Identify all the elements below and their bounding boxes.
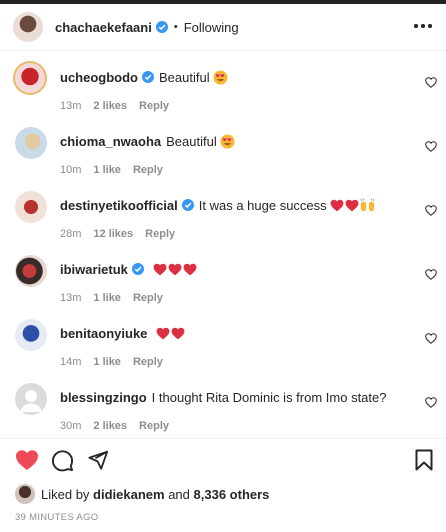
- red-heart-emoji-icon: [330, 199, 344, 212]
- commenter-username[interactable]: destinyetikoofficial: [60, 198, 178, 213]
- author-username[interactable]: chachaekefaani: [55, 20, 152, 35]
- post-actions: [0, 438, 446, 480]
- comment-likes[interactable]: 2 likes: [93, 97, 127, 115]
- comment-time[interactable]: 13m: [60, 289, 81, 307]
- comment-meta: 13m 1 like Reply: [60, 289, 406, 307]
- default-avatar-icon: [20, 390, 42, 412]
- reply-button[interactable]: Reply: [145, 225, 175, 243]
- header-separator: •: [173, 21, 178, 33]
- commenter-avatar[interactable]: [13, 61, 47, 95]
- comment-body: destinyetikoofficial It was a huge succes…: [60, 197, 406, 243]
- comments-list[interactable]: ucheogbodo Beautiful 13m 2 likes Reply ch…: [0, 52, 446, 438]
- liked-by-conjunction: and: [168, 486, 190, 502]
- red-heart-emoji-icon: [171, 327, 185, 340]
- post-timestamp[interactable]: 39 MINUTES AGO: [15, 512, 98, 523]
- post-header: chachaekefaani • Following: [0, 4, 446, 51]
- comment-like-heart-icon[interactable]: [425, 141, 437, 152]
- red-heart-emoji-icon: [168, 263, 181, 276]
- comment-meta: 30m 2 likes Reply: [60, 417, 406, 435]
- comment-time[interactable]: 13m: [60, 97, 81, 115]
- comment-text: It was a huge success: [198, 198, 327, 213]
- comment-text: Beautiful: [159, 70, 210, 85]
- raising-hands-emoji-icon: [360, 198, 375, 212]
- comment-item: blessingzingo I thought Rita Dominic is f…: [0, 378, 446, 438]
- comment-item: ibiwarietuk 13m 1 like Reply: [0, 250, 446, 314]
- reply-button[interactable]: Reply: [133, 161, 163, 179]
- comment-text: I thought Rita Dominic is from Imo state…: [151, 390, 387, 405]
- comment-like-heart-icon[interactable]: [425, 397, 437, 408]
- comment-time[interactable]: 10m: [60, 161, 81, 179]
- liked-by-summary: Liked by didiekanem and 8,336 others: [15, 484, 269, 504]
- red-heart-emoji-icon: [345, 199, 359, 212]
- comment-body: ibiwarietuk 13m 1 like Reply: [60, 261, 406, 307]
- comment-likes[interactable]: 1 like: [93, 353, 121, 371]
- comment-time[interactable]: 14m: [60, 353, 81, 371]
- reply-button[interactable]: Reply: [133, 353, 163, 371]
- comment-time[interactable]: 28m: [60, 225, 81, 243]
- comment-item: ucheogbodo Beautiful 13m 2 likes Reply: [0, 58, 446, 122]
- comment-likes[interactable]: 12 likes: [93, 225, 133, 243]
- comment-item: destinyetikoofficial It was a huge succes…: [0, 186, 446, 250]
- commenter-avatar[interactable]: [15, 319, 47, 351]
- comment-time[interactable]: 30m: [60, 417, 81, 435]
- liked-by-prefix: Liked by: [41, 486, 90, 502]
- commenter-avatar[interactable]: [15, 127, 47, 159]
- verified-badge-icon: [131, 263, 144, 275]
- comment-body: benitaonyiuke 14m 1 like Reply: [60, 325, 406, 371]
- comment-like-heart-icon[interactable]: [425, 333, 437, 344]
- comment-meta: 28m 12 likes Reply: [60, 225, 406, 243]
- comment-likes[interactable]: 2 likes: [93, 417, 127, 435]
- more-options-icon[interactable]: [414, 24, 432, 30]
- reply-button[interactable]: Reply: [133, 289, 163, 307]
- red-heart-emoji-icon: [153, 263, 166, 276]
- comment-likes[interactable]: 1 like: [93, 161, 121, 179]
- comment-meta: 10m 1 like Reply: [60, 161, 406, 179]
- comment-body: blessingzingo I thought Rita Dominic is f…: [60, 389, 406, 435]
- paper-plane-icon[interactable]: [87, 449, 109, 471]
- comment-item: benitaonyiuke 14m 1 like Reply: [0, 314, 446, 378]
- comment-body: ucheogbodo Beautiful 13m 2 likes Reply: [60, 69, 406, 115]
- likes-count-link[interactable]: 8,336 others: [194, 487, 270, 502]
- verified-badge-icon: [155, 21, 168, 33]
- bookmark-icon[interactable]: [415, 449, 433, 471]
- following-button[interactable]: Following: [184, 20, 239, 35]
- liker-avatar[interactable]: [15, 484, 35, 504]
- red-heart-emoji-icon: [156, 327, 170, 340]
- comment-icon[interactable]: [51, 449, 74, 472]
- heart-filled-icon[interactable]: [15, 449, 39, 471]
- heart-eyes-emoji-icon: [213, 70, 228, 85]
- author-avatar[interactable]: [13, 12, 43, 42]
- verified-badge-icon: [142, 71, 154, 83]
- commenter-avatar[interactable]: [15, 255, 47, 287]
- commenter-avatar[interactable]: [15, 383, 47, 415]
- commenter-username[interactable]: blessingzingo: [60, 390, 147, 405]
- commenter-avatar[interactable]: [15, 191, 47, 223]
- commenter-username[interactable]: ucheogbodo: [60, 70, 138, 85]
- commenter-username[interactable]: ibiwarietuk: [60, 262, 128, 277]
- comment-body: chioma_nwaoha Beautiful 10m 1 like Reply: [60, 133, 406, 179]
- comment-item: chioma_nwaoha Beautiful 10m 1 like Reply: [0, 122, 446, 186]
- liker-username[interactable]: didiekanem: [93, 487, 165, 502]
- comment-text: Beautiful: [166, 134, 217, 149]
- comment-likes[interactable]: 1 like: [93, 289, 121, 307]
- heart-eyes-emoji-icon: [220, 134, 235, 149]
- comment-like-heart-icon[interactable]: [425, 77, 437, 88]
- verified-badge-icon: [181, 199, 194, 211]
- comment-like-heart-icon[interactable]: [425, 205, 437, 216]
- reply-button[interactable]: Reply: [139, 417, 169, 435]
- red-heart-emoji-icon: [183, 263, 196, 276]
- commenter-username[interactable]: benitaonyiuke: [60, 326, 147, 341]
- commenter-username[interactable]: chioma_nwaoha: [60, 134, 161, 149]
- comment-meta: 14m 1 like Reply: [60, 353, 406, 371]
- comment-meta: 13m 2 likes Reply: [60, 97, 406, 115]
- reply-button[interactable]: Reply: [139, 97, 169, 115]
- comment-like-heart-icon[interactable]: [425, 269, 437, 280]
